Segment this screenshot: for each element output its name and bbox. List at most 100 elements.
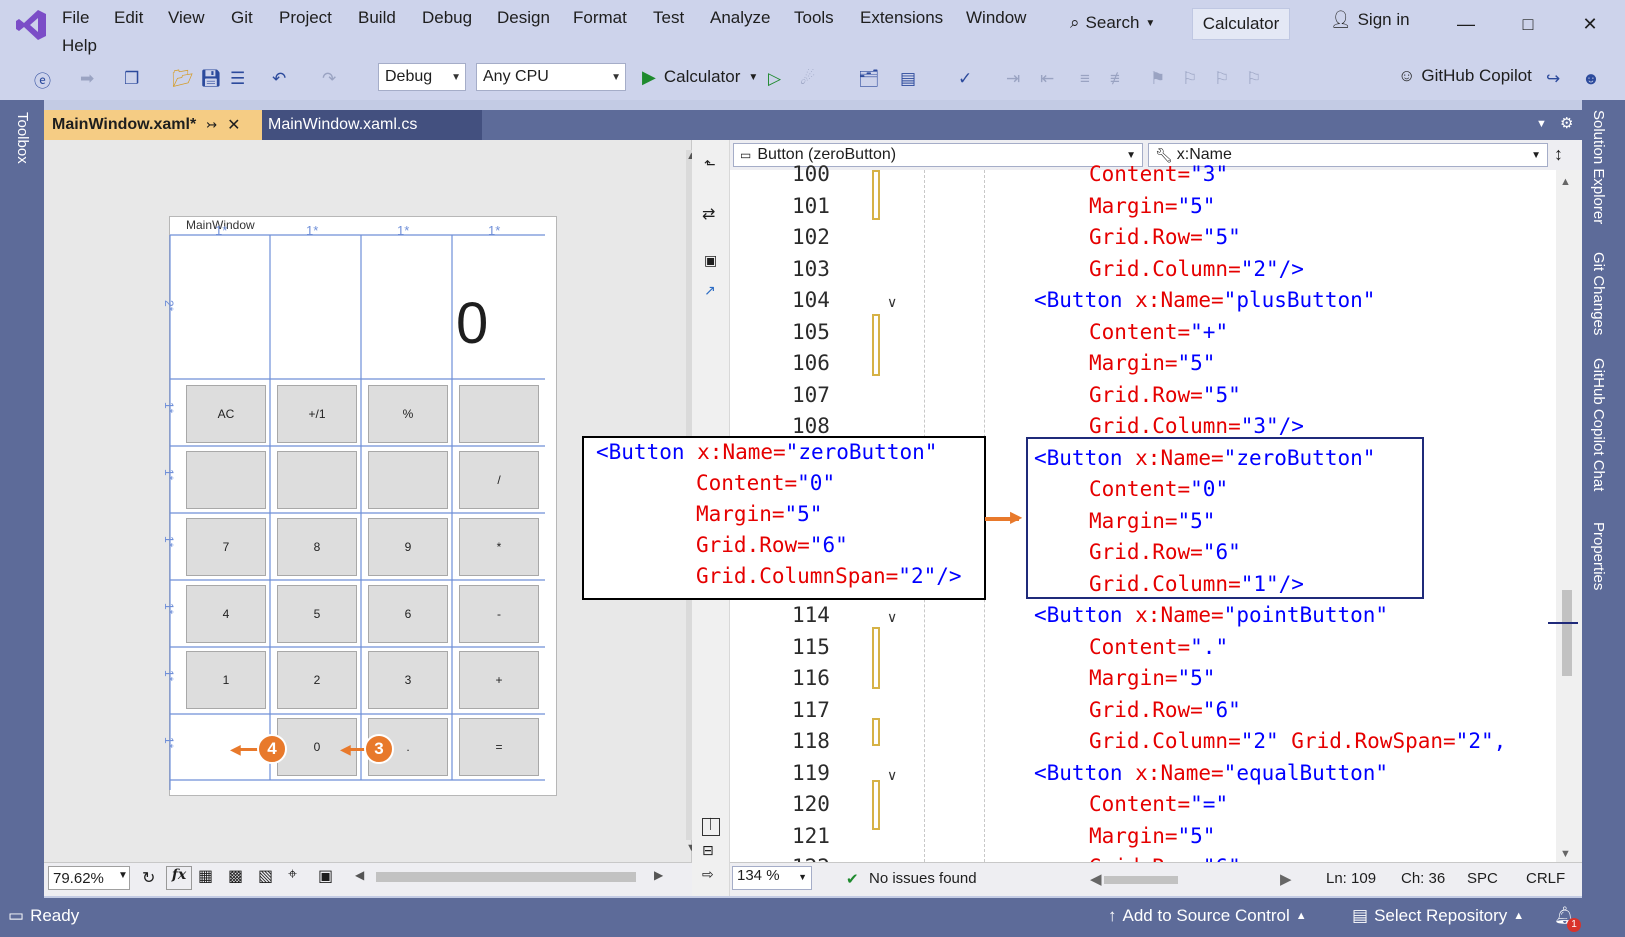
redo-icon[interactable]: ↷ [322,66,336,92]
menu-item-edit[interactable]: Edit [114,8,143,28]
menu-item-project[interactable]: Project [279,8,332,28]
device-icon[interactable]: ▣ [318,866,333,886]
close-button[interactable]: ✕ [1570,8,1610,40]
save-all-icon[interactable]: ☰ [230,66,245,92]
undo-icon[interactable]: ↶ [272,66,286,92]
row-marker[interactable]: 1* [162,737,176,748]
row-marker[interactable]: 1* [162,402,176,413]
row-marker[interactable]: 2* [162,300,176,311]
share-icon[interactable]: ↪ [1546,66,1560,92]
menu-item-git[interactable]: Git [231,8,253,28]
comment-icon[interactable]: ≡ [1080,66,1090,92]
menu-item-help[interactable]: Help [62,36,97,56]
chevron-down-icon[interactable]: ▼ [118,870,128,881]
code-line[interactable]: <Button x:Name="equalButton" [1034,761,1388,785]
menu-item-file[interactable]: File [62,8,89,28]
code-line[interactable]: Grid.Column="2"/> [1089,257,1304,281]
column-marker[interactable]: 1* [397,223,409,238]
back-icon[interactable]: ⓔ [34,66,51,92]
menu-item-view[interactable]: View [168,8,205,28]
column-marker[interactable]: 1* [306,223,318,238]
indent-indicator[interactable]: SPC [1467,870,1498,887]
code-line[interactable]: Grid.Column="2" Grid.RowSpan="2", [1089,729,1506,753]
settings-gear-icon[interactable]: ⚙ [1560,114,1573,132]
row-marker[interactable]: 1* [162,469,176,480]
search-box[interactable]: ⌕ Search ▼ [1070,8,1155,38]
calculator-button[interactable]: / [459,451,539,509]
editor-hscrollbar[interactable] [1104,876,1178,884]
designer-hscrollbar[interactable] [376,872,636,882]
row-marker[interactable]: 1* [162,670,176,681]
calculator-button[interactable]: AC [186,385,266,443]
start-without-debugging-icon[interactable]: ▷ [768,66,781,92]
code-line[interactable]: Margin="5" [1089,666,1215,690]
collapse-chevron-icon[interactable]: ∨ [887,767,897,784]
code-line[interactable]: Content="+" [1089,320,1228,344]
code-line[interactable]: Content="." [1089,635,1228,659]
column-marker[interactable]: 1* [215,223,227,238]
scroll-left-icon[interactable]: ◀ [355,868,364,882]
calculator-button[interactable]: 6 [368,585,448,643]
configuration-select[interactable]: Debug ▼ [378,63,466,91]
line-indicator[interactable]: Ln: 109 [1326,870,1376,887]
code-line[interactable]: <Button x:Name="pointButton" [1034,603,1388,627]
code-line[interactable]: Grid.Column="3"/> [1089,414,1304,438]
swap-panes-icon[interactable]: ⇄ [702,204,715,224]
horizontal-split-icon[interactable]: │ [702,818,720,836]
editor-scrollbar[interactable] [1556,170,1582,862]
calculator-button[interactable]: 7 [186,518,266,576]
menu-item-build[interactable]: Build [358,8,396,28]
effects-toggle[interactable]: fx [166,866,192,890]
calculator-button[interactable]: = [459,718,539,776]
tab-mainwindow-xaml[interactable]: MainWindow.xaml* ↣ ✕ [44,110,262,140]
feedback-icon[interactable]: ☻ [1582,66,1600,92]
vertical-split-icon[interactable]: ▣ [704,252,717,269]
prev-bookmark-icon[interactable]: ⚐ [1182,66,1197,92]
scroll-up-icon[interactable]: ▲ [1560,176,1571,188]
code-line[interactable]: Content="3" [1089,162,1228,186]
calculator-button[interactable]: + [459,651,539,709]
close-icon[interactable]: ✕ [227,115,240,135]
calculator-button[interactable]: 5 [277,585,357,643]
calculator-button[interactable] [186,451,266,509]
calculator-button[interactable]: % [368,385,448,443]
menu-item-tools[interactable]: Tools [794,8,834,28]
row-marker[interactable]: 1* [162,603,176,614]
indent-icon[interactable]: ⇥ [1006,66,1020,92]
scroll-right-icon[interactable]: ▶ [1280,870,1292,888]
bookmark-icon[interactable]: ⚑ [1150,66,1165,92]
calculator-button[interactable]: 3 [368,651,448,709]
calculator-button[interactable] [459,385,539,443]
popout-icon[interactable]: ↗ [704,282,716,299]
menu-item-test[interactable]: Test [653,8,684,28]
menu-item-extensions[interactable]: Extensions [860,8,943,28]
spell-check-icon[interactable]: ✓ [958,66,972,92]
grid-icon[interactable]: ▦ [198,866,213,886]
git-changes-tab[interactable]: Git Changes [1590,252,1607,335]
calculator-button[interactable]: 2 [277,651,357,709]
layout-icon[interactable]: ▤ [900,66,916,92]
calculator-button[interactable]: +/1 [277,385,357,443]
uncomment-icon[interactable]: ≢ [1110,66,1127,92]
collapse-chevron-icon[interactable]: ∨ [887,609,897,626]
scroll-left-icon[interactable]: ◀ [1090,870,1102,888]
code-line[interactable]: Margin="5" [1089,351,1215,375]
collapse-pane-icon[interactable]: ⊟ [702,842,714,859]
calculator-button[interactable] [368,451,448,509]
calculator-button[interactable]: 9 [368,518,448,576]
menu-item-analyze[interactable]: Analyze [710,8,770,28]
select-repository-button[interactable]: ▤ Select Repository ▲ [1352,906,1524,926]
split-editor-icon[interactable]: ↕ [1554,144,1563,165]
calculator-button[interactable]: 8 [277,518,357,576]
maximize-button[interactable]: □ [1508,8,1548,40]
menu-item-design[interactable]: Design [497,8,550,28]
toolbox-tab[interactable]: Toolbox [14,112,31,164]
add-to-source-control-button[interactable]: ↑ Add to Source Control ▲ [1108,906,1307,926]
calculator-button[interactable]: * [459,518,539,576]
sign-in-button[interactable]: 👤︎ Sign in [1330,10,1410,30]
browse-icon[interactable]: 🗂︎ [858,66,880,92]
menu-item-debug[interactable]: Debug [422,8,472,28]
calculator-button[interactable]: 4 [186,585,266,643]
snap-grid-icon[interactable]: ▩ [228,866,243,886]
menu-item-format[interactable]: Format [573,8,627,28]
